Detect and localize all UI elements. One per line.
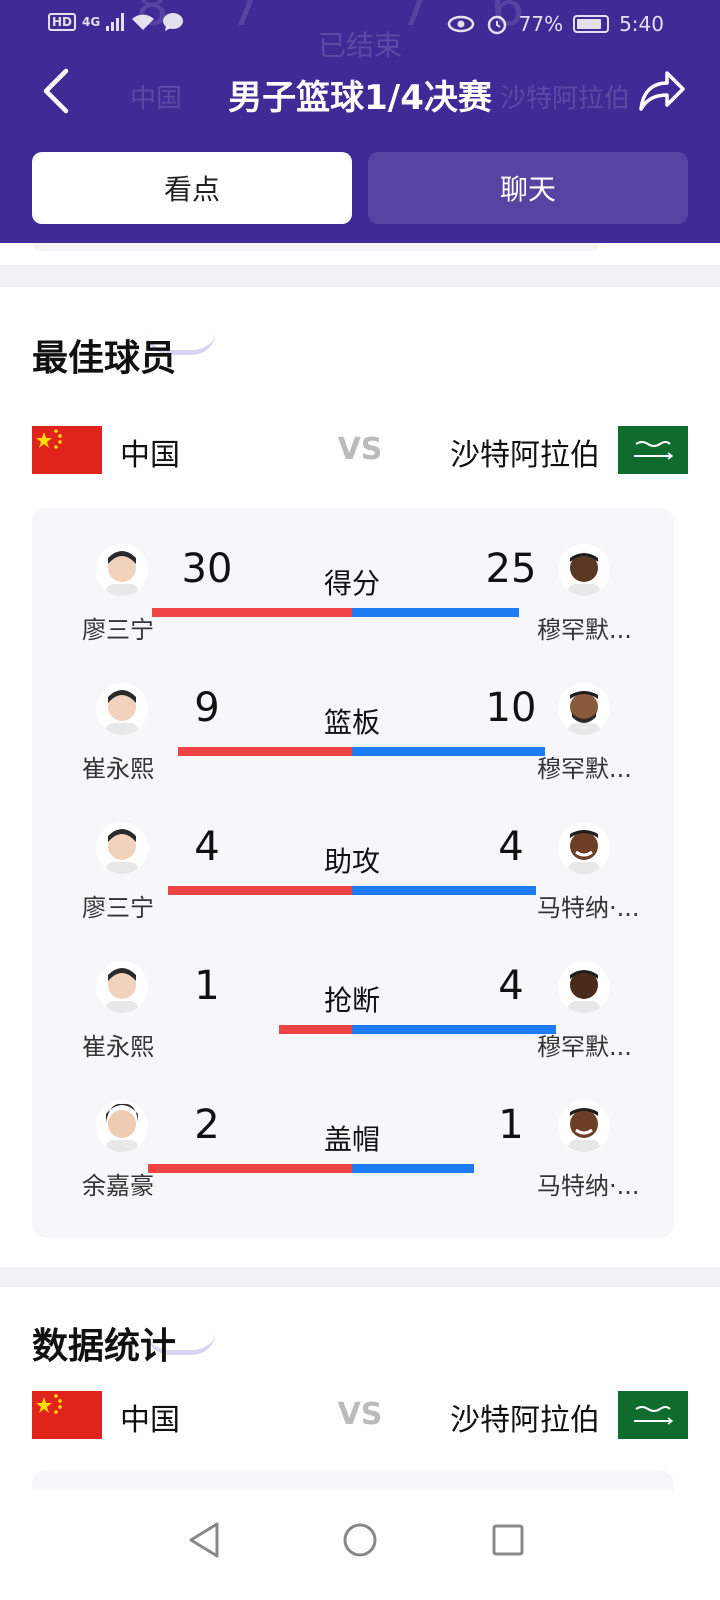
stat-label: 抢断 (323, 984, 380, 1017)
player-avatar (96, 961, 148, 1013)
best-players-stats: 30 得分 25 廖三宁 穆罕默... 9 篮板 10 崔永熙 穆罕默... 4… (32, 508, 674, 1238)
status-bar: HD 4G 77% 5:40 (0, 0, 720, 50)
wifi-icon (132, 14, 155, 30)
stat-label: 篮板 (323, 706, 380, 739)
data-stats-card: 数据统计 中国 VS 沙特阿拉伯 (0, 1287, 720, 1490)
right-player-name: 穆罕默... (537, 1033, 632, 1061)
player-avatar (96, 822, 148, 874)
stat-left-value: 2 (194, 1102, 220, 1148)
battery-percent: 77% (518, 12, 564, 36)
stat-label: 盖帽 (323, 1123, 380, 1156)
stat-bar-left (152, 608, 352, 617)
tab-chat[interactable]: 聊天 (368, 152, 688, 224)
data-stats-title: 数据统计 (32, 1326, 177, 1367)
nav-back-button[interactable] (182, 1518, 226, 1562)
nav-recent-button[interactable] (486, 1518, 530, 1562)
alarm-icon (487, 15, 506, 35)
stat-left-value: 1 (194, 963, 220, 1009)
clock: 5:40 (619, 12, 664, 36)
stat-left-value: 9 (194, 685, 220, 731)
stat-right-value: 4 (498, 824, 524, 870)
left-player-name: 廖三宁 (82, 894, 154, 922)
square-recent-icon (492, 1524, 524, 1556)
hd-badge: HD (48, 13, 77, 31)
right-player-name: 马特纳·... (537, 1172, 640, 1200)
stat-bar-left (279, 1025, 352, 1034)
stat-label: 得分 (323, 567, 380, 600)
player-avatar (96, 683, 148, 735)
share-button[interactable] (634, 66, 690, 116)
right-player-name: 马特纳·... (537, 894, 640, 922)
stat-bar-right (352, 1025, 556, 1034)
eye-icon (447, 15, 474, 33)
stat-bar-right (352, 608, 519, 617)
tab-bar: 看点 聊天 (32, 152, 688, 224)
stat-bar-left (178, 747, 352, 756)
right-player-name: 穆罕默... (537, 755, 632, 783)
stat-right-value: 1 (498, 1102, 524, 1148)
left-player-name: 崔永熙 (82, 1033, 154, 1061)
player-avatar (558, 544, 610, 596)
stat-left-value: 30 (181, 546, 233, 592)
teams-row: 中国 VS 沙特阿拉伯 (32, 426, 688, 474)
signal-icon (106, 13, 125, 31)
stat-bar-left (148, 1164, 352, 1173)
player-avatar (558, 683, 610, 735)
tab-highlights[interactable]: 看点 (32, 152, 352, 224)
circle-home-icon (343, 1523, 377, 1557)
right-player-name: 穆罕默... (537, 616, 632, 644)
share-icon (639, 71, 685, 111)
stat-right-value: 4 (498, 963, 524, 1009)
left-player-name: 廖三宁 (82, 616, 154, 644)
system-nav-bar (0, 1490, 720, 1600)
best-players-title: 最佳球员 (32, 338, 177, 379)
chat-icon (163, 13, 184, 31)
stat-bar-left (168, 886, 352, 895)
page-title: 男子篮球1/4决赛 (228, 78, 492, 118)
stat-label: 助攻 (323, 845, 380, 878)
saudi-flag-icon (618, 426, 688, 474)
player-avatar (558, 822, 610, 874)
stat-row: 30 得分 25 廖三宁 穆罕默... (32, 544, 674, 682)
battery-icon (573, 15, 610, 33)
stat-right-value: 25 (485, 546, 537, 592)
team-right-name: 沙特阿拉伯 (450, 1403, 600, 1438)
player-avatar (558, 1100, 610, 1152)
stat-row: 9 篮板 10 崔永熙 穆罕默... (32, 683, 674, 821)
player-avatar (558, 961, 610, 1013)
saudi-flag-icon (618, 1391, 688, 1439)
stat-bar-right (352, 1164, 474, 1173)
team-right-name: 沙特阿拉伯 (450, 438, 600, 473)
left-player-name: 余嘉豪 (82, 1172, 154, 1200)
player-avatar (96, 1100, 148, 1152)
stat-left-value: 4 (194, 824, 220, 870)
stat-bar-right (352, 886, 536, 895)
nav-row: 男子篮球1/4决赛 (0, 62, 720, 122)
stat-row: 1 抢断 4 崔永熙 穆罕默... (32, 961, 674, 1099)
previous-card-edge (0, 243, 720, 265)
network-label: 4G (82, 15, 101, 29)
stat-row: 2 盖帽 1 余嘉豪 马特纳·... (32, 1100, 674, 1238)
left-player-name: 崔永熙 (82, 755, 154, 783)
player-avatar (96, 544, 148, 596)
teams-row: 中国 VS 沙特阿拉伯 (32, 1391, 688, 1439)
stat-right-value: 10 (485, 685, 537, 731)
header: 87 76 已结束 中国 沙特阿拉伯 HD 4G 77% 5:40 男子篮球1/… (0, 0, 720, 243)
stat-bar-right (352, 747, 545, 756)
nav-home-button[interactable] (338, 1518, 382, 1562)
stat-row: 4 助攻 4 廖三宁 马特纳·... (32, 822, 674, 960)
triangle-back-icon (189, 1522, 219, 1558)
